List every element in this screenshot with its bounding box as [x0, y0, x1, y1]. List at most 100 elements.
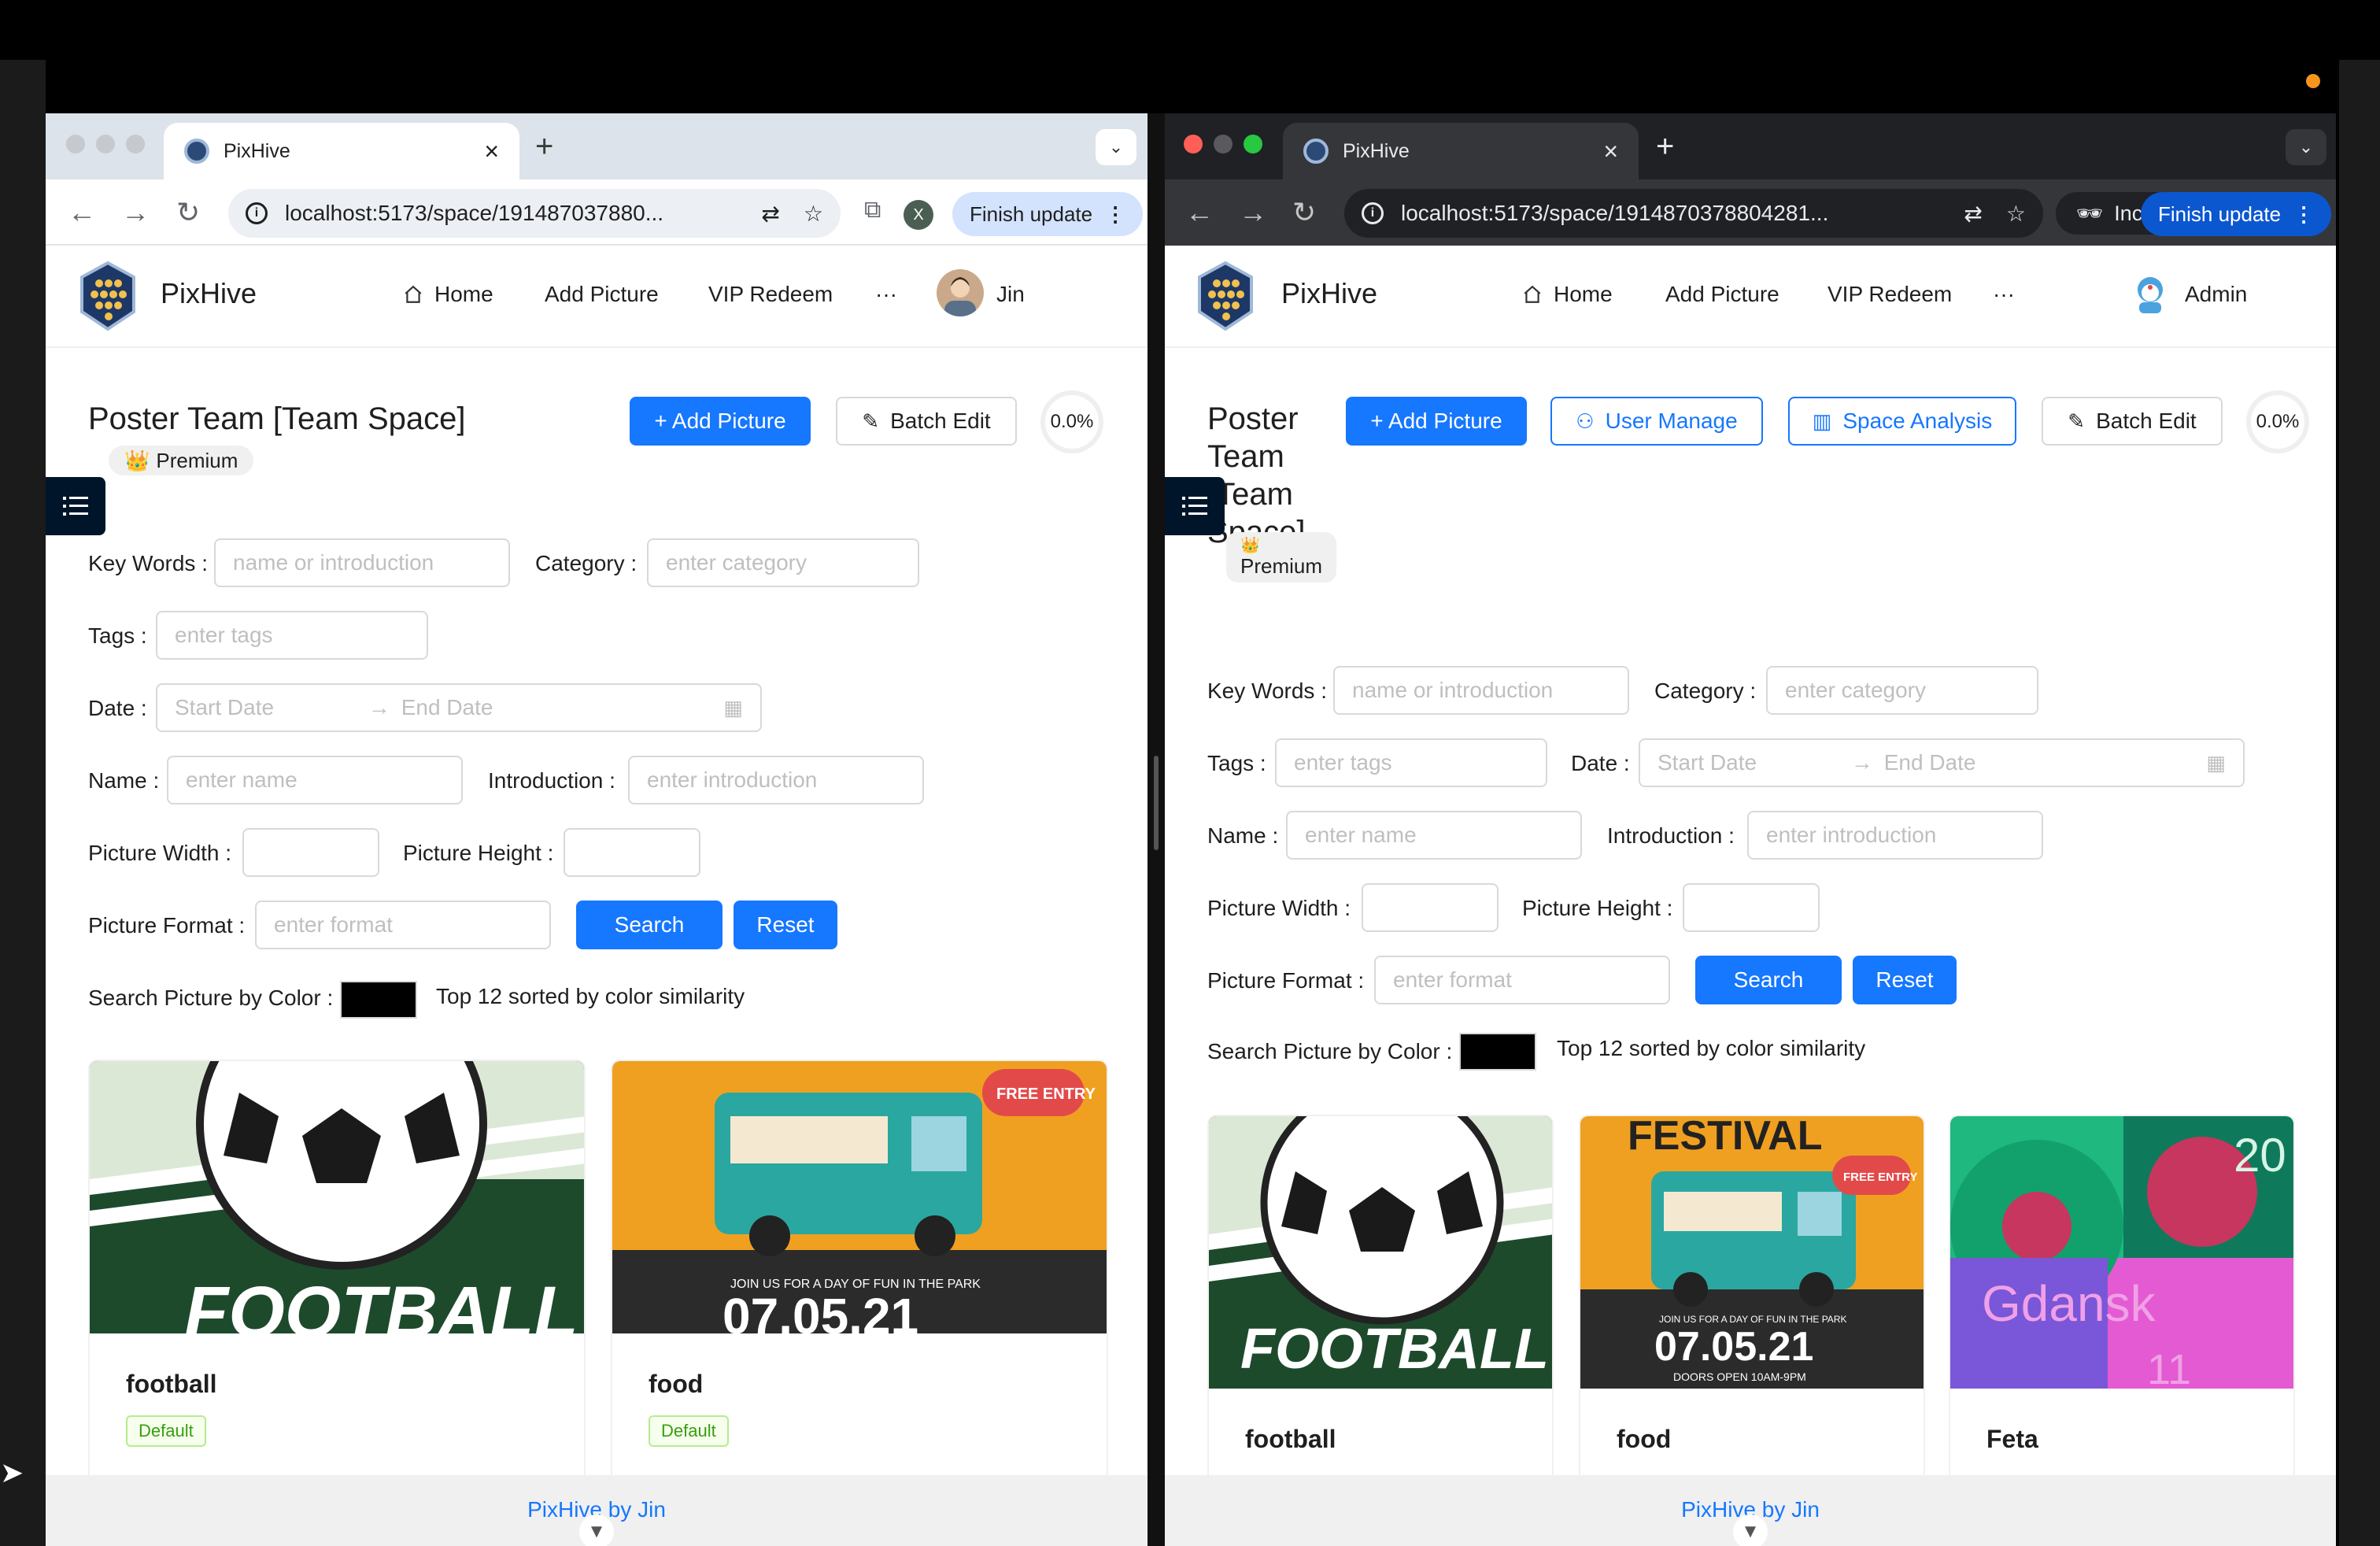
window-minimize-button[interactable] [1214, 135, 1232, 153]
reset-button[interactable]: Reset [734, 901, 837, 949]
user-avatar[interactable] [2127, 269, 2174, 316]
category-input[interactable]: enter category [647, 538, 919, 587]
window-close-button[interactable] [66, 135, 85, 153]
brand-name[interactable]: PixHive [1281, 277, 1377, 310]
window-minimize-button[interactable] [96, 135, 115, 153]
nav-home[interactable]: Home [1522, 282, 1613, 307]
batch-edit-button[interactable]: ✎ Batch Edit [2042, 397, 2223, 446]
reset-button[interactable]: Reset [1853, 956, 1957, 1004]
translate-icon[interactable]: ⇄ [761, 201, 779, 227]
add-picture-button[interactable]: + Add Picture [630, 397, 811, 446]
window-zoom-button[interactable] [126, 135, 145, 153]
site-info-icon[interactable]: i [1362, 202, 1384, 224]
arrow-right-icon: → [1850, 750, 1873, 775]
tags-input[interactable]: enter tags [156, 611, 428, 660]
space-analysis-button[interactable]: ▥ Space Analysis [1788, 397, 2016, 446]
add-picture-button[interactable]: + Add Picture [1346, 397, 1527, 446]
color-picker-swatch[interactable] [1459, 1033, 1536, 1071]
app-header: PixHive Home Add Picture VIP Redeem ··· … [1165, 246, 2336, 348]
picture-height-input[interactable] [1683, 883, 1820, 932]
pixhive-logo-icon[interactable] [77, 260, 139, 332]
site-info-icon[interactable]: i [246, 202, 268, 224]
color-hint-text: Top 12 sorted by color similarity [436, 984, 745, 1008]
forward-button[interactable]: → [121, 195, 150, 230]
picture-height-input[interactable] [564, 828, 700, 877]
page-title-line: Poster [1207, 401, 1299, 436]
picture-format-input[interactable]: enter format [255, 901, 551, 949]
picture-card[interactable]: FOOTBALL football [1207, 1115, 1554, 1508]
finish-update-button[interactable]: Finish update ⋮ [2141, 192, 2332, 236]
picture-width-input[interactable] [1362, 883, 1499, 932]
reload-button[interactable]: ↻ [176, 195, 200, 230]
tags-input[interactable]: enter tags [1275, 738, 1547, 787]
introduction-input[interactable]: enter introduction [628, 756, 924, 804]
picture-card[interactable]: FREE ENTRY JOIN US FOR A DAY OF FUN IN T… [611, 1060, 1108, 1500]
chevron-down-icon[interactable]: ▼ [579, 1515, 614, 1546]
window-zoom-button[interactable] [1244, 135, 1262, 153]
chevron-down-icon[interactable]: ▼ [1733, 1515, 1768, 1546]
search-button[interactable]: Search [576, 901, 722, 949]
picture-card[interactable]: FESTIVAL FREE ENTRY JOIN US FOR A DAY OF… [1579, 1115, 1925, 1508]
nav-more-icon[interactable]: ··· [875, 282, 897, 307]
extensions-icon[interactable]: ⧉ [864, 197, 881, 224]
tab-close-icon[interactable]: × [484, 139, 499, 164]
bookmark-star-icon[interactable]: ☆ [2006, 201, 2026, 227]
nav-vip-redeem[interactable]: VIP Redeem [708, 282, 833, 307]
bookmark-star-icon[interactable]: ☆ [804, 201, 823, 227]
tab-search-button[interactable]: ⌄ [2286, 129, 2326, 165]
picture-format-input[interactable]: enter format [1374, 956, 1670, 1004]
translate-icon[interactable]: ⇄ [1964, 201, 1982, 227]
batch-edit-button[interactable]: ✎ Batch Edit [836, 397, 1017, 446]
picture-card[interactable]: FOOTBALL football Default [88, 1060, 586, 1500]
tab-search-button[interactable]: ⌄ [1096, 129, 1136, 165]
category-label: Category [535, 551, 625, 575]
nav-add-picture[interactable]: Add Picture [545, 282, 659, 307]
window-close-button[interactable] [1184, 135, 1203, 153]
forward-button[interactable]: → [1239, 195, 1267, 230]
new-tab-button[interactable]: + [535, 131, 553, 162]
nav-more-icon[interactable]: ··· [1993, 282, 2015, 307]
introduction-label: Introduction [1607, 823, 1723, 848]
browser-tab[interactable]: PixHive × [1283, 123, 1639, 179]
nav-home[interactable]: Home [403, 282, 493, 307]
category-input[interactable]: enter category [1766, 666, 2038, 715]
reload-button[interactable]: ↻ [1292, 195, 1316, 230]
end-date-input[interactable]: End Date [1884, 750, 2112, 775]
name-input[interactable]: enter name [1286, 811, 1582, 860]
browser-tab[interactable]: PixHive × [164, 123, 519, 179]
picture-width-input[interactable] [242, 828, 379, 877]
name-input[interactable]: enter name [167, 756, 463, 804]
picture-card[interactable]: 20 Gdansk 11 Feta [1949, 1115, 2295, 1508]
keywords-input[interactable]: name or introduction [214, 538, 510, 587]
start-date-input[interactable]: Start Date [175, 695, 274, 720]
picture-name: food [1617, 1425, 1672, 1453]
address-bar[interactable]: i localhost:5173/space/1914870378804281.… [1344, 189, 2043, 238]
search-button[interactable]: Search [1695, 956, 1842, 1004]
keywords-input[interactable]: name or introduction [1333, 666, 1629, 715]
address-bar[interactable]: i localhost:5173/space/191487037880... ⇄… [228, 189, 841, 238]
back-button[interactable]: ← [68, 195, 96, 230]
color-picker-swatch[interactable] [340, 981, 417, 1019]
sidebar-toggle-button[interactable] [46, 477, 105, 535]
back-button[interactable]: ← [1185, 195, 1214, 230]
brand-name[interactable]: PixHive [161, 277, 257, 310]
finish-update-button[interactable]: Finish update ⋮ [952, 192, 1144, 236]
sidebar-toggle-button[interactable] [1165, 477, 1225, 535]
split-resize-handle[interactable] [1154, 756, 1159, 850]
profile-avatar[interactable]: X [904, 200, 933, 230]
pixhive-logo-icon[interactable] [1195, 260, 1256, 332]
nav-vip-redeem[interactable]: VIP Redeem [1828, 282, 1952, 307]
user-name[interactable]: Admin [2185, 282, 2247, 307]
user-avatar[interactable] [937, 269, 984, 316]
date-range-picker[interactable]: Start Date → End Date ▦ [156, 683, 762, 732]
tab-close-icon[interactable]: × [1603, 139, 1618, 164]
home-icon [405, 285, 422, 303]
start-date-input[interactable]: Start Date [1658, 750, 1757, 775]
date-range-picker[interactable]: Start Date → End Date ▦ [1639, 738, 2245, 787]
user-name[interactable]: Jin [996, 282, 1025, 307]
nav-add-picture[interactable]: Add Picture [1665, 282, 1779, 307]
introduction-input[interactable]: enter introduction [1747, 811, 2043, 860]
new-tab-button[interactable]: + [1656, 131, 1674, 162]
end-date-input[interactable]: End Date [401, 695, 630, 720]
user-manage-button[interactable]: ⚇ User Manage [1550, 397, 1763, 446]
